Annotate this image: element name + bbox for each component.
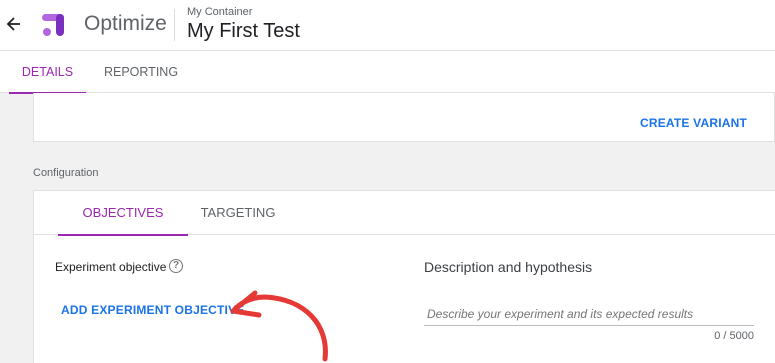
main-tabs: DETAILS REPORTING — [0, 51, 775, 94]
tab-details[interactable]: DETAILS — [9, 51, 86, 94]
app-header: Optimize My Container My First Test — [0, 0, 775, 51]
help-circle-icon[interactable]: ? — [169, 259, 183, 273]
optimize-logo-icon — [42, 14, 64, 36]
variants-card: CREATE VARIANT — [33, 93, 775, 142]
container-name: My Container — [187, 6, 253, 18]
tab-targeting[interactable]: TARGETING — [188, 191, 288, 235]
experiment-title: My First Test — [187, 20, 300, 42]
configuration-tabs: OBJECTIVES TARGETING — [34, 191, 775, 236]
product-name: Optimize — [84, 12, 167, 35]
description-title: Description and hypothesis — [424, 259, 593, 275]
description-char-counter: 0 / 5000 — [714, 330, 754, 342]
description-underline — [424, 325, 754, 326]
add-experiment-objective-button[interactable]: ADD EXPERIMENT OBJECTIVE — [61, 303, 245, 317]
arrow-left-icon[interactable] — [5, 14, 23, 34]
tab-objectives[interactable]: OBJECTIVES — [58, 191, 188, 236]
description-input[interactable] — [427, 307, 749, 321]
configuration-section-label: Configuration — [33, 167, 99, 179]
experiment-objective-label: Experiment objective — [55, 260, 167, 274]
create-variant-button[interactable]: CREATE VARIANT — [640, 116, 747, 130]
header-divider — [174, 9, 175, 41]
tab-reporting[interactable]: REPORTING — [96, 51, 186, 93]
configuration-card: OBJECTIVES TARGETING Experiment objectiv… — [33, 190, 775, 363]
annotation-arrow-icon — [230, 290, 328, 362]
